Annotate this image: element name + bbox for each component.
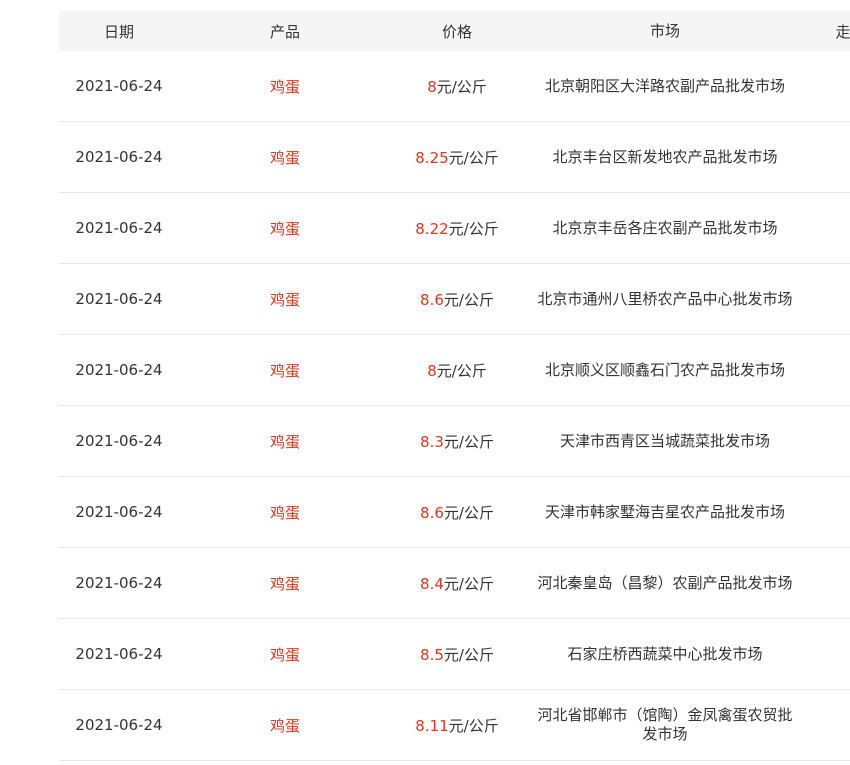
cell-product[interactable]: 鸡蛋 (179, 644, 391, 665)
price-unit: 元/公斤 (436, 361, 487, 380)
price-unit: 元/公斤 (443, 503, 494, 522)
cell-date: 2021-06-24 (75, 361, 163, 379)
cell-product[interactable]: 鸡蛋 (179, 573, 391, 594)
price-unit: 元/公斤 (443, 574, 494, 593)
cell-date: 2021-06-24 (75, 503, 163, 521)
price-value: 8.22 (415, 219, 449, 238)
cell-date: 2021-06-24 (75, 77, 163, 95)
table-row: 2021-06-24 鸡蛋 8.5元/公斤 石家庄桥西蔬菜中心批发市场 (59, 619, 850, 690)
price-unit: 元/公斤 (448, 716, 499, 735)
header-date: 日期 (103, 22, 134, 41)
price-table: 日期 产品 价格 市场 走 2021-06-24 鸡蛋 8元/公斤 北京朝阳区大… (59, 11, 850, 761)
cell-product[interactable]: 鸡蛋 (179, 76, 391, 97)
price-unit: 元/公斤 (443, 290, 494, 309)
cell-date: 2021-06-24 (75, 645, 163, 663)
price-value: 8.6 (420, 503, 444, 522)
cell-market: 天津市韩家墅海吉星农产品批发市场 (544, 502, 785, 521)
cell-price: 8.4元/公斤 (391, 573, 523, 594)
cell-price: 8.11元/公斤 (391, 715, 523, 736)
cell-product[interactable]: 鸡蛋 (179, 502, 391, 523)
cell-price: 8.6元/公斤 (391, 289, 523, 310)
price-value: 8.3 (420, 432, 444, 451)
table-row: 2021-06-24 鸡蛋 8元/公斤 北京朝阳区大洋路农副产品批发市场 (59, 51, 850, 122)
price-unit: 元/公斤 (448, 219, 499, 238)
header-extra: 走 (835, 22, 850, 41)
cell-market: 北京丰台区新发地农产品批发市场 (552, 147, 778, 166)
cell-date: 2021-06-24 (75, 219, 163, 237)
cell-product[interactable]: 鸡蛋 (179, 431, 391, 452)
cell-market: 北京顺义区顺鑫石门农产品批发市场 (544, 360, 785, 379)
cell-market: 河北省邯郸市（馆陶）金凤禽蛋农贸批发市场 (537, 706, 793, 743)
cell-product[interactable]: 鸡蛋 (179, 218, 391, 239)
cell-product[interactable]: 鸡蛋 (179, 360, 391, 381)
cell-product[interactable]: 鸡蛋 (179, 289, 391, 310)
cell-date: 2021-06-24 (75, 716, 163, 734)
cell-price: 8元/公斤 (391, 76, 523, 97)
price-unit: 元/公斤 (443, 645, 494, 664)
table-row: 2021-06-24 鸡蛋 8.22元/公斤 北京京丰岳各庄农副产品批发市场 (59, 193, 850, 264)
table-row: 2021-06-24 鸡蛋 8.25元/公斤 北京丰台区新发地农产品批发市场 (59, 122, 850, 193)
table-row: 2021-06-24 鸡蛋 8.11元/公斤 河北省邯郸市（馆陶）金凤禽蛋农贸批… (59, 690, 850, 761)
cell-market: 天津市西青区当城蔬菜批发市场 (559, 431, 770, 450)
table-row: 2021-06-24 鸡蛋 8.6元/公斤 天津市韩家墅海吉星农产品批发市场 (59, 477, 850, 548)
price-value: 8.5 (420, 645, 444, 664)
price-value: 8 (427, 77, 437, 96)
table-row: 2021-06-24 鸡蛋 8元/公斤 北京顺义区顺鑫石门农产品批发市场 (59, 335, 850, 406)
price-unit: 元/公斤 (443, 432, 494, 451)
table-row: 2021-06-24 鸡蛋 8.6元/公斤 北京市通州八里桥农产品中心批发市场 (59, 264, 850, 335)
cell-market: 石家庄桥西蔬菜中心批发市场 (567, 644, 763, 663)
price-value: 8.6 (420, 290, 444, 309)
cell-price: 8元/公斤 (391, 360, 523, 381)
header-price: 价格 (441, 22, 472, 41)
cell-price: 8.22元/公斤 (391, 218, 523, 239)
cell-price: 8.5元/公斤 (391, 644, 523, 665)
cell-market: 北京朝阳区大洋路农副产品批发市场 (544, 76, 785, 95)
cell-price: 8.3元/公斤 (391, 431, 523, 452)
price-value: 8.11 (415, 716, 449, 735)
cell-date: 2021-06-24 (75, 290, 163, 308)
cell-date: 2021-06-24 (75, 574, 163, 592)
cell-date: 2021-06-24 (75, 148, 163, 166)
cell-price: 8.6元/公斤 (391, 502, 523, 523)
table-header: 日期 产品 价格 市场 走 (59, 11, 850, 51)
price-value: 8 (427, 361, 437, 380)
header-product: 产品 (269, 22, 300, 41)
cell-product[interactable]: 鸡蛋 (179, 147, 391, 168)
cell-market: 北京京丰岳各庄农副产品批发市场 (552, 218, 778, 237)
price-value: 8.4 (420, 574, 444, 593)
price-value: 8.25 (415, 148, 449, 167)
cell-market: 北京市通州八里桥农产品中心批发市场 (537, 289, 793, 308)
price-unit: 元/公斤 (436, 77, 487, 96)
cell-product[interactable]: 鸡蛋 (179, 715, 391, 736)
cell-market: 河北秦皇岛（昌黎）农副产品批发市场 (537, 573, 793, 592)
cell-date: 2021-06-24 (75, 432, 163, 450)
price-unit: 元/公斤 (448, 148, 499, 167)
table-row: 2021-06-24 鸡蛋 8.4元/公斤 河北秦皇岛（昌黎）农副产品批发市场 (59, 548, 850, 619)
table-row: 2021-06-24 鸡蛋 8.3元/公斤 天津市西青区当城蔬菜批发市场 (59, 406, 850, 477)
cell-price: 8.25元/公斤 (391, 147, 523, 168)
header-market: 市场 (649, 21, 680, 40)
table-body: 2021-06-24 鸡蛋 8元/公斤 北京朝阳区大洋路农副产品批发市场 202… (59, 51, 850, 761)
